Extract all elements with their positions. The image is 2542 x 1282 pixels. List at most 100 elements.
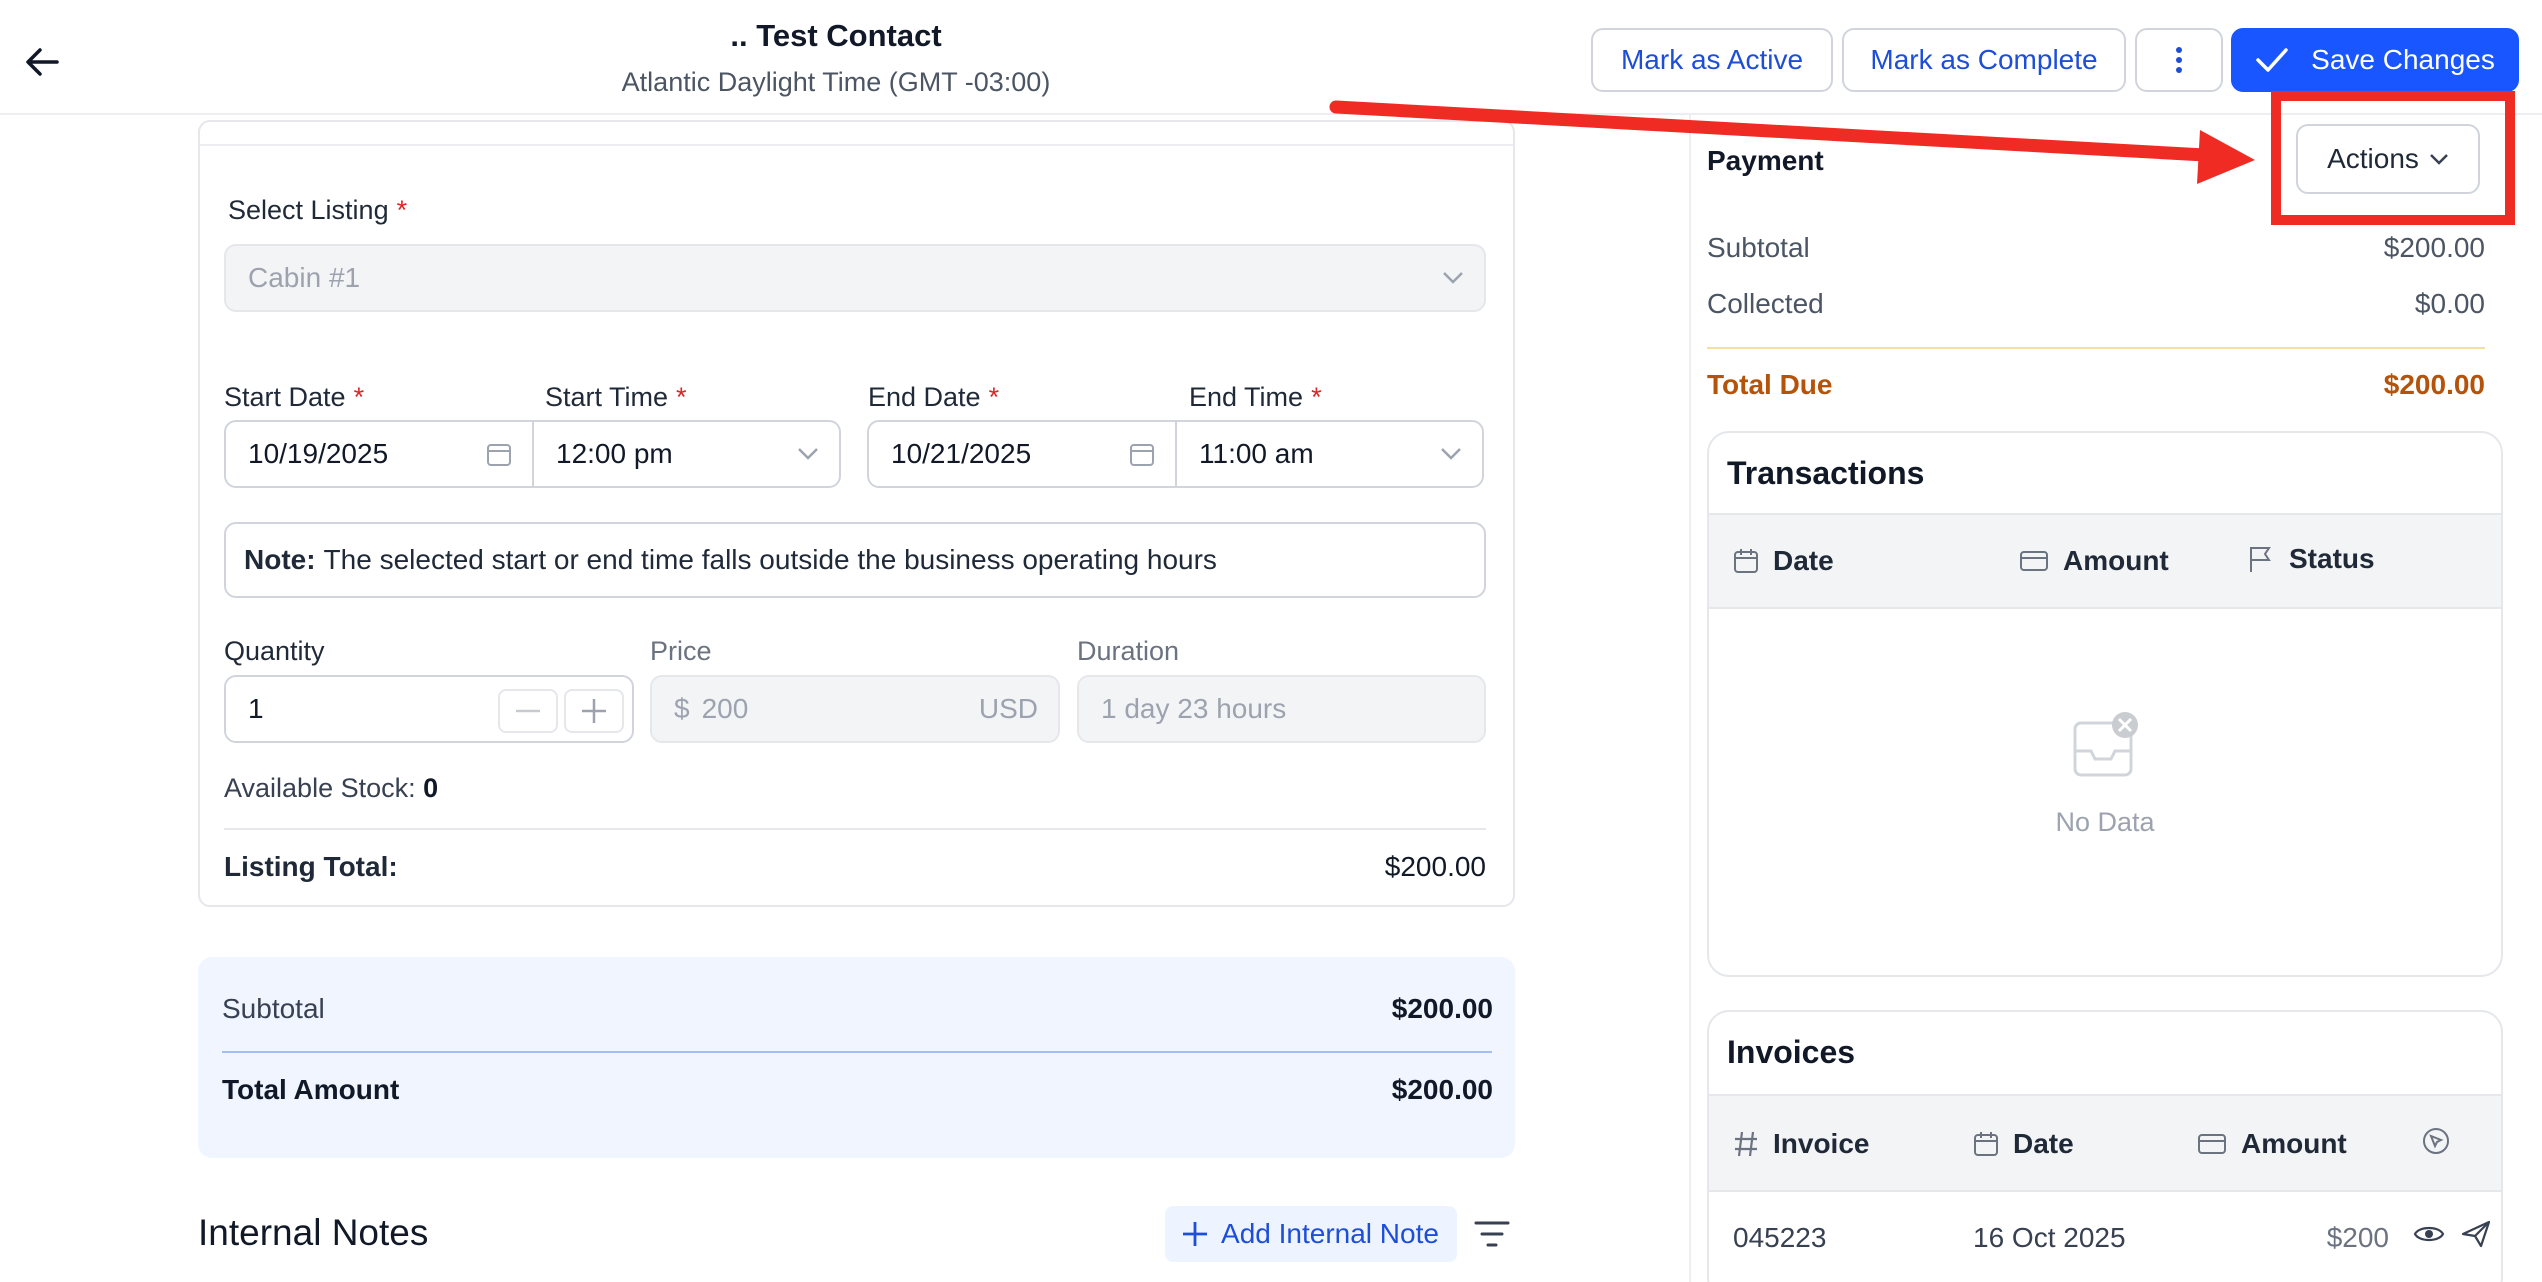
payment-subtotal-label: Subtotal [1707, 232, 1810, 263]
calendar-icon [1130, 444, 1154, 466]
page-title: .. Test Contact [730, 18, 942, 53]
col-invoice-amount: Amount [2197, 1128, 2347, 1160]
duration-value: 1 day 23 hours [1101, 693, 1287, 724]
payment-collected-value: $0.00 [2414, 288, 2485, 319]
invoice-number: 045223 [1733, 1222, 1827, 1253]
price-input: $ 200 USD [650, 675, 1060, 743]
start-time-select[interactable]: 12:00 pm [532, 420, 841, 488]
total-due-label: Total Due [1707, 369, 1833, 400]
calendar-icon [1734, 549, 1758, 573]
start-date-value: 10/19/2025 [248, 438, 389, 469]
quantity-stepper[interactable]: 1 [224, 675, 634, 743]
quantity-value: 1 [248, 693, 264, 724]
send-icon [2461, 1220, 2491, 1248]
more-options-button[interactable] [2135, 28, 2223, 92]
page-header: .. Test Contact Atlantic Daylight Time (… [0, 0, 2542, 115]
note-text: The selected start or end time falls out… [323, 544, 1217, 575]
col-date-label: Date [1773, 545, 1834, 576]
duration-input: 1 day 23 hours [1077, 675, 1486, 743]
actions-label: Actions [2327, 143, 2419, 174]
col-invoice-date: Date [1973, 1128, 2074, 1160]
invoices-table-header: Invoice Date Amount [1709, 1094, 2501, 1192]
actions-dropdown-button[interactable]: Actions [2296, 124, 2480, 194]
col-invoice-amount-label: Amount [2241, 1128, 2347, 1159]
summary-subtotal-label: Subtotal [222, 993, 325, 1024]
col-amount-label: Amount [2063, 545, 2169, 576]
card-divider [200, 144, 1513, 146]
col-amount: Amount [2019, 545, 2169, 577]
chevron-down-icon [1441, 448, 1461, 460]
save-changes-label: Save Changes [2311, 44, 2495, 75]
more-vertical-icon [2176, 47, 2182, 73]
pointer-click-icon [2423, 1128, 2449, 1154]
available-stock-value: 0 [423, 773, 439, 803]
credit-card-icon [2020, 551, 2048, 571]
available-stock: Available Stock: 0 [224, 773, 438, 804]
empty-inbox-icon [2071, 711, 2143, 788]
select-listing-dropdown[interactable]: Cabin #1 [224, 244, 1486, 312]
note-label: Note: [244, 544, 316, 575]
summary-total-value: $200.00 [1391, 1074, 1493, 1105]
price-label: Price [650, 636, 712, 666]
invoice-amount: $200 [2326, 1222, 2389, 1253]
mark-as-complete-button[interactable]: Mark as Complete [1842, 28, 2126, 92]
send-invoice-button[interactable] [2461, 1220, 2491, 1253]
add-internal-note-label: Add Internal Note [1221, 1218, 1439, 1249]
chevron-down-icon [1443, 272, 1463, 284]
decrement-button[interactable] [498, 689, 558, 733]
summary-divider [222, 1051, 1492, 1053]
plus-icon [1183, 1222, 1208, 1246]
eye-icon [2413, 1226, 2445, 1242]
increment-button[interactable] [564, 689, 624, 733]
empty-state-text: No Data [2055, 807, 2155, 837]
listing-total-value: $200.00 [1384, 851, 1486, 882]
col-invoice-label: Invoice [1773, 1128, 1870, 1159]
end-date-input[interactable]: 10/21/2025 [867, 420, 1177, 488]
hash-icon [1735, 1131, 1757, 1157]
price-value: 200 [701, 693, 749, 724]
chevron-down-icon [2430, 154, 2448, 165]
start-time-value: 12:00 pm [556, 438, 673, 469]
timezone-subtitle: Atlantic Daylight Time (GMT -03:00) [621, 67, 1051, 97]
col-invoice-date-label: Date [2013, 1128, 2074, 1159]
start-date-input[interactable]: 10/19/2025 [224, 420, 534, 488]
invoices-card: Invoices Invoice Date Amount 045223 16 O… [1707, 1010, 2503, 1282]
transactions-card: Transactions Date Amount Status No Data [1707, 431, 2503, 977]
check-icon [2256, 48, 2288, 72]
mark-as-active-button[interactable]: Mark as Active [1591, 28, 1833, 92]
plus-icon [582, 699, 606, 723]
available-stock-label: Available Stock: [224, 773, 416, 803]
price-currency: USD [978, 693, 1038, 724]
end-time-select[interactable]: 11:00 am [1175, 420, 1484, 488]
payment-divider [1707, 347, 2485, 349]
price-symbol: $ [674, 693, 690, 724]
add-internal-note-button[interactable]: Add Internal Note [1165, 1206, 1457, 1262]
col-status: Status [2247, 543, 2375, 575]
payment-subtotal-value: $200.00 [2383, 232, 2485, 263]
end-date-value: 10/21/2025 [891, 438, 1032, 469]
select-listing-label: Select Listing * [228, 195, 408, 225]
panel-divider [1689, 115, 1691, 1282]
quantity-label: Quantity [224, 636, 325, 666]
end-time-label: End Time * [1189, 382, 1322, 412]
view-invoice-button[interactable] [2413, 1222, 2445, 1251]
calendar-icon [487, 444, 511, 466]
select-listing-value: Cabin #1 [248, 262, 361, 293]
col-status-label: Status [2289, 543, 2375, 574]
operating-hours-note: Note: The selected start or end time fal… [224, 522, 1486, 598]
table-row[interactable]: 045223 16 Oct 2025 $200 [1709, 1192, 2501, 1282]
save-changes-button[interactable]: Save Changes [2231, 28, 2519, 92]
flag-icon [2250, 547, 2271, 572]
transactions-table-header: Date Amount Status [1709, 513, 2501, 609]
listing-total-label: Listing Total: [224, 851, 398, 882]
start-time-label: Start Time * [545, 382, 687, 412]
annotation-arrow-head [2197, 130, 2255, 184]
minus-icon [516, 709, 540, 713]
filter-button[interactable] [1474, 1220, 1514, 1252]
credit-card-icon [2198, 1134, 2226, 1154]
end-date-label: End Date * [868, 382, 1000, 412]
transactions-title: Transactions [1727, 455, 1925, 491]
calendar-icon [1974, 1132, 1998, 1156]
listing-divider [224, 828, 1486, 830]
order-summary: Subtotal $200.00 Total Amount $200.00 [198, 957, 1515, 1158]
